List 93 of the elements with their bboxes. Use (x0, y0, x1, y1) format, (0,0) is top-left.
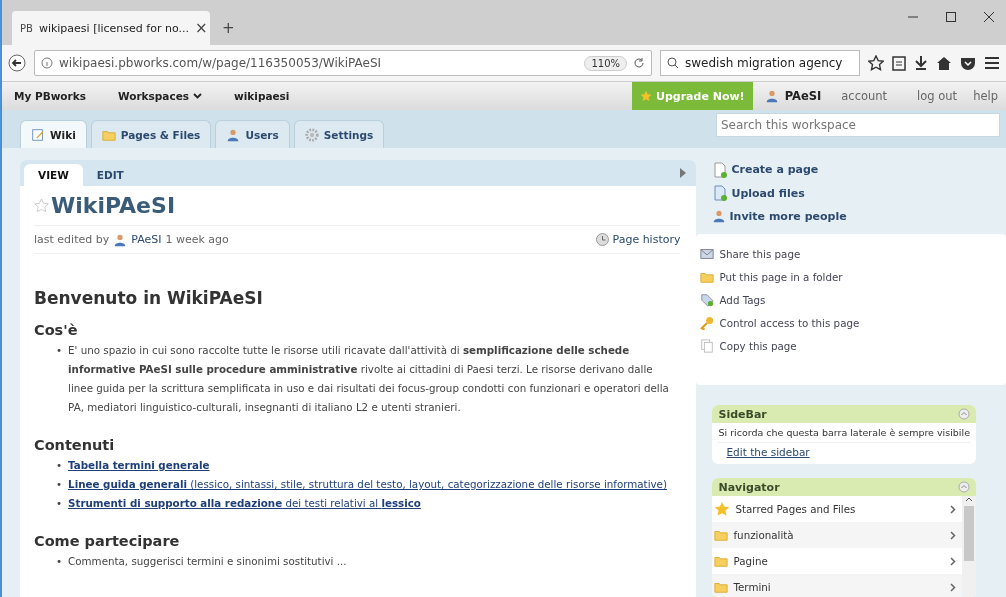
clipboard-icon[interactable] (892, 55, 906, 71)
chevron-right-icon (950, 582, 956, 592)
nav-link[interactable]: account (833, 89, 896, 103)
clock-icon (595, 233, 609, 246)
page-edit-icon (31, 127, 45, 142)
section-heading: Come partecipare (34, 533, 181, 549)
action-link[interactable]: Invite more people (712, 204, 992, 229)
action-link[interactable]: Create a page (712, 158, 992, 182)
pocket-icon[interactable] (960, 55, 976, 71)
gear-icon (304, 127, 319, 142)
star-icon (640, 90, 652, 102)
menu-icon[interactable] (984, 56, 1000, 70)
browser-tab[interactable]: PB wikipaesi [licensed for no... × (12, 11, 210, 45)
tab-title: wikipaesi [licensed for no... (38, 21, 189, 35)
person-icon (226, 127, 241, 142)
workspace-tab[interactable]: Users (215, 120, 290, 148)
page-history-link[interactable]: Page history (595, 233, 681, 246)
breadcrumb-link[interactable]: My PBworks (2, 82, 106, 110)
user-name[interactable]: PAeSI (784, 89, 822, 103)
close-icon[interactable] (984, 12, 994, 22)
caret-icon (193, 93, 202, 99)
search-field[interactable]: swedish migration agency (660, 50, 860, 76)
chevron-right-icon (950, 504, 956, 514)
new-tab-button[interactable]: + (222, 19, 235, 37)
breadcrumb-link[interactable]: wikipaesi (222, 82, 310, 110)
panel-title: Navigator (718, 480, 780, 494)
workspace-tab[interactable]: Pages & Files (90, 120, 212, 148)
edit-sidebar-link[interactable]: Edit the sidebar (726, 446, 962, 459)
mode-tab[interactable]: EDIT (82, 164, 138, 186)
star-icon[interactable] (868, 55, 884, 71)
search-icon (667, 57, 679, 69)
bullet: • (56, 554, 63, 569)
section-heading: Cos'è (34, 322, 79, 338)
download-icon[interactable] (914, 55, 928, 71)
bullet: • (56, 458, 63, 473)
folder-icon (714, 580, 729, 595)
new-page-icon (712, 161, 729, 178)
address-bar[interactable]: wikipaesi.pbworks.com/w/page/116350053/WikiPAeSI 110% (34, 50, 652, 76)
breadcrumb-link[interactable]: Workspaces (106, 82, 222, 110)
nav-link[interactable]: log out (909, 89, 966, 103)
tag-icon (700, 292, 715, 307)
home-icon[interactable] (936, 55, 952, 71)
maximize-icon[interactable] (946, 12, 956, 22)
content-link[interactable]: Tabella termini generale (68, 456, 210, 475)
section-heading: Contenuti (34, 437, 116, 453)
back-icon[interactable] (8, 54, 26, 72)
info-icon[interactable] (41, 57, 53, 69)
copy-icon (700, 338, 715, 353)
favicon: PB (20, 22, 33, 34)
key-icon (700, 315, 715, 330)
workspace-tab[interactable]: Settings (293, 120, 385, 148)
edited-time: 1 week ago (165, 233, 229, 246)
bullet: • (56, 477, 63, 492)
navigator-item[interactable]: funzionalità (712, 522, 962, 549)
content-link[interactable]: Linee guida generali (lessico, sintassi, stile, struttura del testo, layout, categorizzazione delle risorse informative) (68, 475, 667, 494)
mode-tab[interactable]: VIEW (24, 164, 83, 186)
action-link[interactable]: Upload files (712, 181, 992, 205)
page-action-link[interactable]: Control access to this page (700, 311, 1002, 335)
editor-link[interactable]: PAeSI (131, 233, 162, 246)
scrollbar[interactable] (962, 496, 976, 597)
scroll-up-icon[interactable] (965, 496, 973, 503)
star-icon (714, 501, 731, 518)
panel-title: SideBar (718, 407, 767, 421)
edited-label: last edited by (34, 233, 110, 246)
navigator-item[interactable]: Termini (712, 574, 962, 597)
zoom-level[interactable]: 110% (584, 55, 627, 71)
person-icon (712, 209, 727, 224)
close-tab-button[interactable]: × (194, 19, 208, 37)
chevron-right-icon (950, 530, 956, 540)
person-icon (113, 232, 128, 247)
expand-icon[interactable] (680, 168, 687, 178)
sidebar-text: Si ricorda che questa barra laterale è sempre visibile (718, 423, 970, 444)
mail-icon (700, 246, 715, 261)
workspace-search-field[interactable]: Search this workspace (716, 113, 1000, 137)
content-link[interactable]: Strumenti di supporto alla redazione dei testi relativi al lessico (68, 494, 421, 513)
page-action-link[interactable]: Copy this page (700, 334, 1002, 358)
paragraph: E' uno spazio in cui sono raccolte tutte le risorse utili ricavate dall'attività di semplificazione delle schede informative PAeSI sulle procedure amministrative rivolte ai cittadini di Paesi terzi. Le risorse derivano dalle linee guida per la scrittura semplificata in uso e dai risultati dei focus-group condotti con funzionari e operatori della PA, mediatori linguistico-culturali, insegnanti di italiano L2 e utenti stranieri. (68, 343, 670, 415)
chevron-right-icon (950, 556, 956, 566)
paragraph: Commenta, suggerisci termini e sinonimi sostitutivi ... (68, 554, 347, 569)
reload-icon[interactable] (633, 57, 645, 69)
upload-file-icon (712, 185, 729, 201)
person-icon (764, 89, 779, 103)
bullet: • (56, 496, 63, 511)
folder-icon (714, 528, 729, 543)
page-title: WikiPAeSI (51, 193, 176, 218)
page-heading: Benvenuto in WikiPAeSI (34, 288, 264, 308)
bullet: • (56, 343, 63, 358)
workspace-tab[interactable]: Wiki (20, 120, 87, 148)
page-action-link[interactable]: Add Tags (700, 288, 1002, 312)
page-action-link[interactable]: Share this page (700, 242, 1002, 266)
folder-icon (714, 554, 729, 569)
page-action-link[interactable]: Put this page in a folder (700, 265, 1002, 289)
nav-link[interactable]: help (965, 89, 1006, 103)
